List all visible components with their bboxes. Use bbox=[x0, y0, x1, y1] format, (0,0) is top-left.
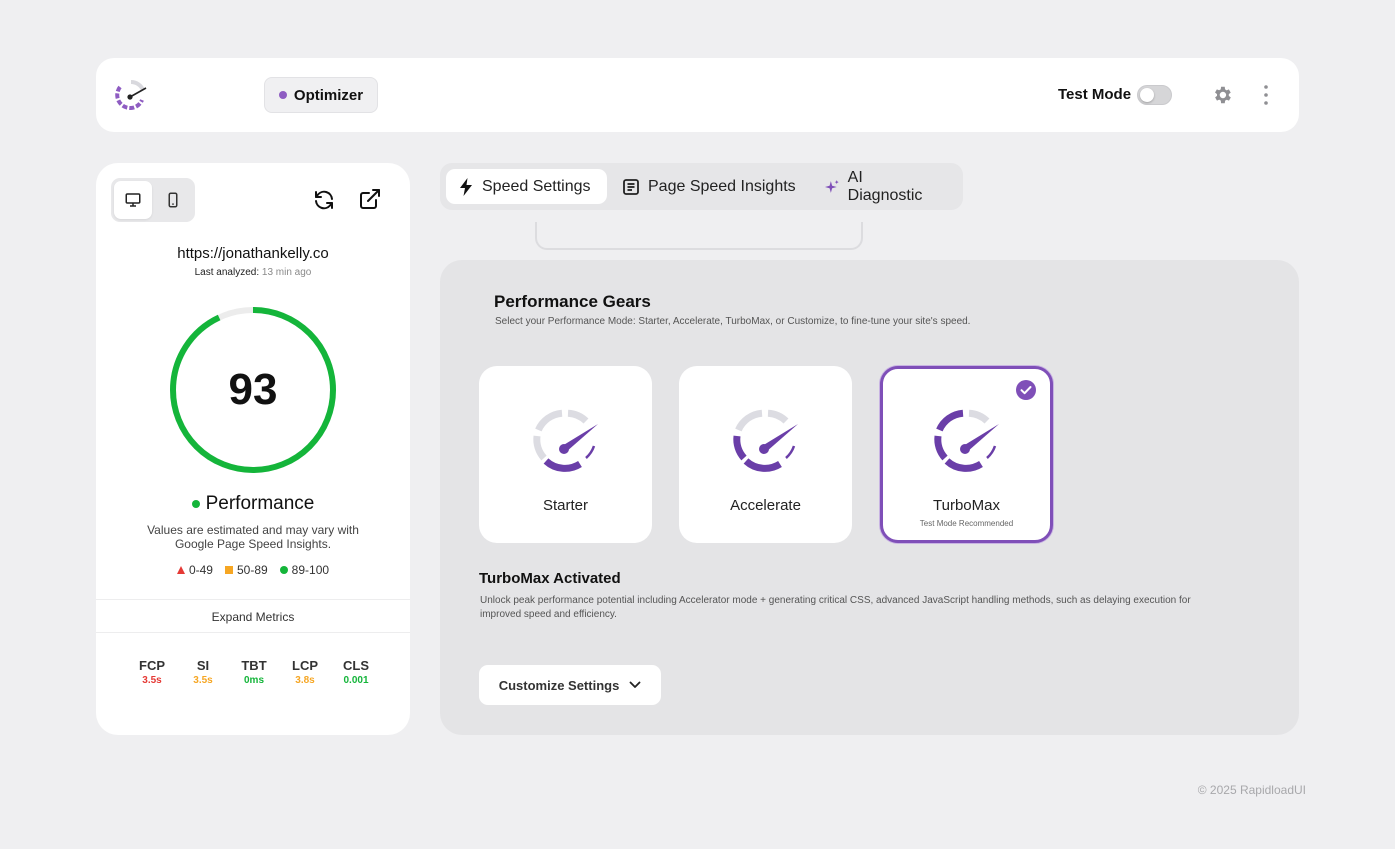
site-url: https://jonathankelly.co bbox=[177, 245, 329, 262]
metric-value: 0.001 bbox=[343, 675, 369, 686]
metric-name: FCP bbox=[139, 658, 165, 673]
metric-tbt: TBT 0ms bbox=[232, 658, 276, 686]
speedometer-logo-icon[interactable] bbox=[112, 76, 150, 114]
status-dot bbox=[191, 500, 200, 508]
triangle-icon bbox=[176, 566, 185, 574]
gear-option-turbomax[interactable]: TurboMax Test Mode Recommended bbox=[880, 366, 1053, 543]
activated-title: TurboMax Activated bbox=[479, 570, 621, 587]
gear-label: Accelerate bbox=[730, 497, 801, 514]
section-subtitle: Select your Performance Mode: Starter, A… bbox=[495, 316, 971, 327]
tab-label: Page Speed Insights bbox=[648, 177, 796, 195]
refresh-icon[interactable] bbox=[312, 188, 336, 212]
legend-poor: 0-49 bbox=[176, 563, 213, 577]
mobile-device-button[interactable] bbox=[154, 181, 192, 219]
customize-label: Customize Settings bbox=[498, 677, 620, 693]
copyright-footer: © 2025 RapidloadUI bbox=[1197, 783, 1306, 797]
performance-gears-panel: Performance Gears Select your Performanc… bbox=[440, 260, 1299, 735]
gauge-accelerate-icon bbox=[732, 409, 798, 472]
metric-value: 3.5s bbox=[193, 675, 213, 686]
test-mode-label: Test Mode bbox=[1058, 86, 1132, 103]
metric-si: SI 3.5s bbox=[181, 658, 225, 686]
test-mode-toggle[interactable] bbox=[1137, 85, 1172, 105]
tab-label: Speed Settings bbox=[482, 177, 591, 195]
gauge-turbomax-icon bbox=[933, 409, 999, 472]
last-analyzed-value: 13 min ago bbox=[261, 267, 312, 278]
device-switcher bbox=[111, 178, 195, 222]
metric-value: 3.8s bbox=[295, 675, 315, 686]
tab-connector bbox=[535, 222, 863, 250]
metric-value: 3.5s bbox=[142, 675, 162, 686]
metrics-row: FCP 3.5s SI 3.5s TBT 0ms LCP 3.8s CLS 0.… bbox=[130, 658, 378, 686]
gear-option-starter[interactable]: Starter bbox=[479, 366, 652, 543]
tab-ai-diagnostic[interactable]: AI Diagnostic bbox=[812, 169, 952, 204]
document-icon bbox=[623, 178, 639, 195]
nav-optimizer-label: Optimizer bbox=[293, 86, 364, 104]
metric-fcp: FCP 3.5s bbox=[130, 658, 174, 686]
gear-sublabel: Test Mode Recommended bbox=[919, 519, 1014, 528]
legend-average: 50-89 bbox=[224, 563, 268, 577]
metric-cls: CLS 0.001 bbox=[334, 658, 378, 686]
gear-label: TurboMax bbox=[933, 497, 1000, 514]
gear-label: Starter bbox=[542, 497, 588, 514]
lightning-icon bbox=[460, 177, 472, 196]
gear-option-accelerate[interactable]: Accelerate bbox=[679, 366, 852, 543]
check-circle-icon bbox=[1016, 380, 1036, 400]
score-card: https://jonathankelly.co Last analyzed: … bbox=[96, 163, 410, 735]
metric-name: CLS bbox=[343, 658, 369, 673]
performance-label: Performance bbox=[96, 493, 410, 515]
metric-name: SI bbox=[196, 658, 210, 673]
top-bar: Dashboard Optimizer Test Mode bbox=[96, 58, 1299, 132]
legend-good: 89-100 bbox=[279, 563, 330, 577]
legend-label: 50-89 bbox=[236, 563, 268, 577]
settings-tabs: Speed Settings Page Speed Insights AI Di… bbox=[440, 163, 963, 210]
legend-label: 0-49 bbox=[188, 563, 213, 577]
metric-name: TBT bbox=[241, 658, 267, 673]
nav-optimizer[interactable]: Optimizer bbox=[264, 77, 378, 113]
active-indicator-dot bbox=[278, 91, 287, 99]
smartphone-icon bbox=[168, 192, 178, 208]
gauge-starter-icon bbox=[532, 409, 598, 472]
circle-icon bbox=[279, 566, 288, 574]
last-analyzed: Last analyzed: 13 min ago bbox=[96, 267, 410, 278]
performance-label-text: Performance bbox=[205, 493, 315, 514]
external-link-icon[interactable] bbox=[358, 187, 382, 211]
desktop-device-button[interactable] bbox=[114, 181, 152, 219]
metric-name: LCP bbox=[292, 658, 318, 673]
monitor-icon bbox=[125, 193, 141, 207]
metric-lcp: LCP 3.8s bbox=[283, 658, 327, 686]
legend-label: 89-100 bbox=[291, 563, 330, 577]
chevron-down-icon bbox=[629, 681, 641, 688]
estimate-note: Values are estimated and may vary with G… bbox=[147, 523, 359, 551]
toggle-knob bbox=[1140, 88, 1154, 102]
tab-label: AI Diagnostic bbox=[847, 168, 923, 204]
kebab-menu-icon[interactable] bbox=[1256, 84, 1276, 106]
tab-speed-settings[interactable]: Speed Settings bbox=[446, 169, 607, 204]
gear-icon[interactable] bbox=[1211, 84, 1233, 106]
last-analyzed-label: Last analyzed: bbox=[194, 267, 260, 278]
score-legend: 0-49 50-89 89-100 bbox=[96, 563, 410, 577]
activated-description: Unlock peak performance potential includ… bbox=[480, 595, 1191, 620]
section-title: Performance Gears bbox=[494, 292, 651, 311]
expand-metrics-button[interactable]: Expand Metrics bbox=[96, 599, 410, 633]
square-icon bbox=[224, 566, 233, 574]
tab-page-speed-insights[interactable]: Page Speed Insights bbox=[610, 169, 810, 204]
metric-value: 0ms bbox=[243, 675, 264, 686]
customize-settings-button[interactable]: Customize Settings bbox=[479, 665, 661, 705]
sparkle-icon bbox=[824, 179, 839, 193]
performance-score: 93 bbox=[228, 365, 278, 414]
